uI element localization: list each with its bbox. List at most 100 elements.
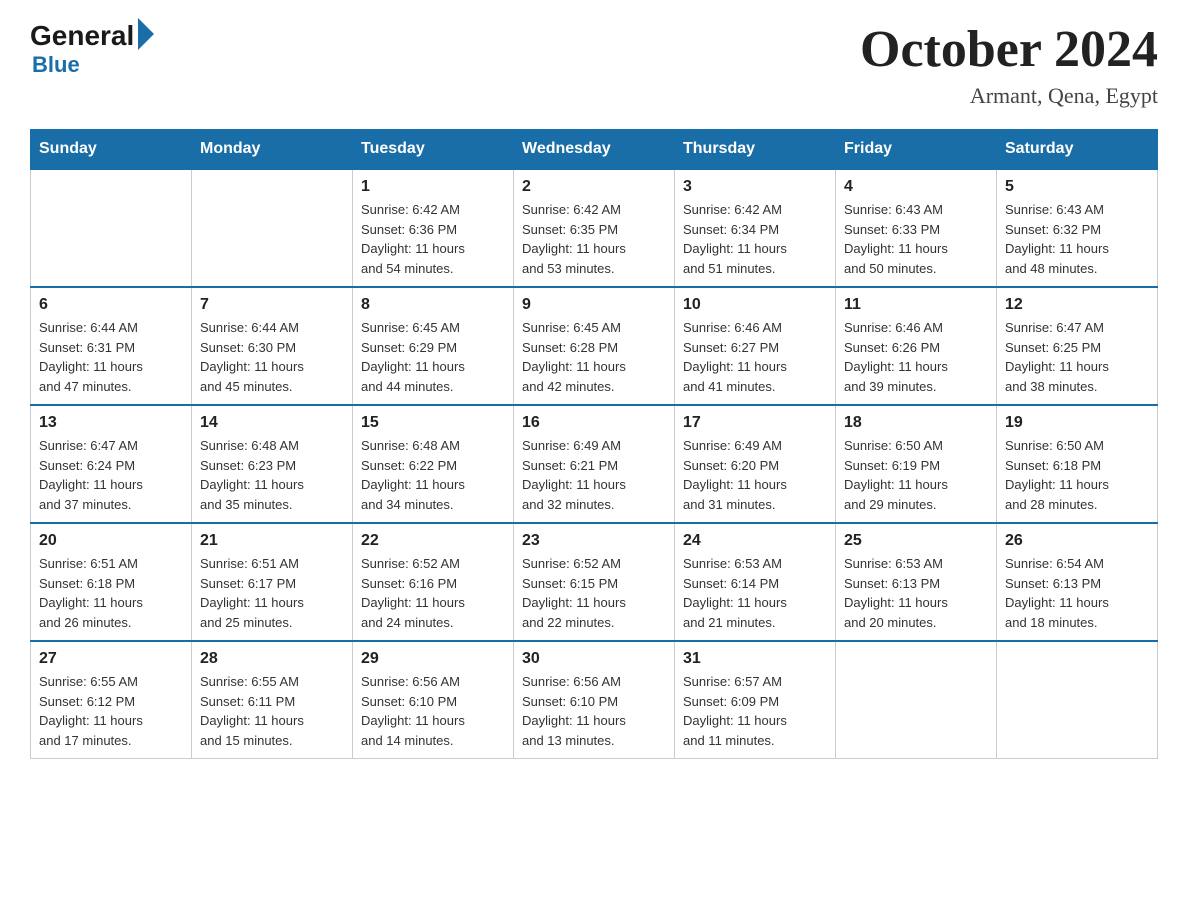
calendar-cell: 19 Sunrise: 6:50 AM Sunset: 6:18 PM Dayli…	[997, 405, 1158, 523]
calendar-cell: 14 Sunrise: 6:48 AM Sunset: 6:23 PM Dayli…	[192, 405, 353, 523]
calendar-cell: 10Sunrise: 6:46 AM Sunset: 6:27 PM Dayli…	[675, 287, 836, 405]
weekday-header-saturday: Saturday	[997, 130, 1158, 170]
day-number: 14	[200, 414, 344, 432]
day-number: 8	[361, 296, 505, 314]
day-number: 6	[39, 296, 183, 314]
title-section: October 2024 Armant, Qena, Egypt	[860, 20, 1158, 109]
logo-general-text: General	[30, 20, 134, 52]
day-number: 16	[522, 414, 666, 432]
calendar-week-row: 20 Sunrise: 6:51 AM Sunset: 6:18 PM Dayli…	[31, 523, 1158, 641]
calendar-cell: 17 Sunrise: 6:49 AM Sunset: 6:20 PM Dayli…	[675, 405, 836, 523]
day-number: 9	[522, 296, 666, 314]
calendar-cell: 4 Sunrise: 6:43 AM Sunset: 6:33 PM Daylig…	[836, 169, 997, 287]
calendar-cell: 3 Sunrise: 6:42 AM Sunset: 6:34 PM Daylig…	[675, 169, 836, 287]
calendar-cell: 13Sunrise: 6:47 AM Sunset: 6:24 PM Dayli…	[31, 405, 192, 523]
calendar-cell: 5Sunrise: 6:43 AM Sunset: 6:32 PM Daylig…	[997, 169, 1158, 287]
day-info: Sunrise: 6:55 AM Sunset: 6:11 PM Dayligh…	[200, 672, 344, 750]
day-info: Sunrise: 6:51 AM Sunset: 6:18 PM Dayligh…	[39, 554, 183, 632]
day-number: 31	[683, 650, 827, 668]
weekday-header-monday: Monday	[192, 130, 353, 170]
day-number: 21	[200, 532, 344, 550]
weekday-header-friday: Friday	[836, 130, 997, 170]
day-number: 15	[361, 414, 505, 432]
calendar-cell: 7Sunrise: 6:44 AM Sunset: 6:30 PM Daylig…	[192, 287, 353, 405]
day-info: Sunrise: 6:49 AM Sunset: 6:20 PM Dayligh…	[683, 436, 827, 514]
calendar-cell: 22Sunrise: 6:52 AM Sunset: 6:16 PM Dayli…	[353, 523, 514, 641]
day-info: Sunrise: 6:45 AM Sunset: 6:28 PM Dayligh…	[522, 318, 666, 396]
weekday-header-tuesday: Tuesday	[353, 130, 514, 170]
calendar-cell: 6 Sunrise: 6:44 AM Sunset: 6:31 PM Daylig…	[31, 287, 192, 405]
location-text: Armant, Qena, Egypt	[860, 83, 1158, 109]
day-info: Sunrise: 6:43 AM Sunset: 6:32 PM Dayligh…	[1005, 200, 1149, 278]
day-info: Sunrise: 6:48 AM Sunset: 6:23 PM Dayligh…	[200, 436, 344, 514]
day-info: Sunrise: 6:44 AM Sunset: 6:30 PM Dayligh…	[200, 318, 344, 396]
day-number: 2	[522, 178, 666, 196]
day-info: Sunrise: 6:50 AM Sunset: 6:18 PM Dayligh…	[1005, 436, 1149, 514]
day-number: 27	[39, 650, 183, 668]
day-info: Sunrise: 6:46 AM Sunset: 6:26 PM Dayligh…	[844, 318, 988, 396]
day-info: Sunrise: 6:42 AM Sunset: 6:34 PM Dayligh…	[683, 200, 827, 278]
day-info: Sunrise: 6:42 AM Sunset: 6:35 PM Dayligh…	[522, 200, 666, 278]
weekday-header-wednesday: Wednesday	[514, 130, 675, 170]
calendar-week-row: 13Sunrise: 6:47 AM Sunset: 6:24 PM Dayli…	[31, 405, 1158, 523]
day-info: Sunrise: 6:53 AM Sunset: 6:13 PM Dayligh…	[844, 554, 988, 632]
calendar-table: SundayMondayTuesdayWednesdayThursdayFrid…	[30, 129, 1158, 759]
calendar-cell: 16 Sunrise: 6:49 AM Sunset: 6:21 PM Dayli…	[514, 405, 675, 523]
weekday-header-sunday: Sunday	[31, 130, 192, 170]
calendar-cell: 29 Sunrise: 6:56 AM Sunset: 6:10 PM Dayli…	[353, 641, 514, 759]
calendar-cell: 25 Sunrise: 6:53 AM Sunset: 6:13 PM Dayli…	[836, 523, 997, 641]
calendar-cell: 12 Sunrise: 6:47 AM Sunset: 6:25 PM Dayli…	[997, 287, 1158, 405]
day-number: 3	[683, 178, 827, 196]
day-number: 23	[522, 532, 666, 550]
calendar-cell: 15 Sunrise: 6:48 AM Sunset: 6:22 PM Dayli…	[353, 405, 514, 523]
day-number: 18	[844, 414, 988, 432]
day-info: Sunrise: 6:57 AM Sunset: 6:09 PM Dayligh…	[683, 672, 827, 750]
calendar-cell: 2 Sunrise: 6:42 AM Sunset: 6:35 PM Daylig…	[514, 169, 675, 287]
logo: General Blue	[30, 20, 158, 78]
day-number: 11	[844, 296, 988, 314]
day-info: Sunrise: 6:43 AM Sunset: 6:33 PM Dayligh…	[844, 200, 988, 278]
day-info: Sunrise: 6:52 AM Sunset: 6:15 PM Dayligh…	[522, 554, 666, 632]
calendar-cell	[31, 169, 192, 287]
day-info: Sunrise: 6:49 AM Sunset: 6:21 PM Dayligh…	[522, 436, 666, 514]
day-info: Sunrise: 6:53 AM Sunset: 6:14 PM Dayligh…	[683, 554, 827, 632]
calendar-cell: 8 Sunrise: 6:45 AM Sunset: 6:29 PM Daylig…	[353, 287, 514, 405]
day-info: Sunrise: 6:45 AM Sunset: 6:29 PM Dayligh…	[361, 318, 505, 396]
calendar-cell: 18Sunrise: 6:50 AM Sunset: 6:19 PM Dayli…	[836, 405, 997, 523]
calendar-week-row: 27 Sunrise: 6:55 AM Sunset: 6:12 PM Dayli…	[31, 641, 1158, 759]
day-info: Sunrise: 6:47 AM Sunset: 6:25 PM Dayligh…	[1005, 318, 1149, 396]
day-number: 26	[1005, 532, 1149, 550]
day-info: Sunrise: 6:55 AM Sunset: 6:12 PM Dayligh…	[39, 672, 183, 750]
day-number: 24	[683, 532, 827, 550]
calendar-cell: 27 Sunrise: 6:55 AM Sunset: 6:12 PM Dayli…	[31, 641, 192, 759]
day-info: Sunrise: 6:44 AM Sunset: 6:31 PM Dayligh…	[39, 318, 183, 396]
calendar-week-row: 1Sunrise: 6:42 AM Sunset: 6:36 PM Daylig…	[31, 169, 1158, 287]
day-number: 12	[1005, 296, 1149, 314]
day-info: Sunrise: 6:52 AM Sunset: 6:16 PM Dayligh…	[361, 554, 505, 632]
calendar-cell: 20 Sunrise: 6:51 AM Sunset: 6:18 PM Dayli…	[31, 523, 192, 641]
day-number: 4	[844, 178, 988, 196]
day-number: 17	[683, 414, 827, 432]
calendar-cell: 30Sunrise: 6:56 AM Sunset: 6:10 PM Dayli…	[514, 641, 675, 759]
day-number: 30	[522, 650, 666, 668]
day-info: Sunrise: 6:54 AM Sunset: 6:13 PM Dayligh…	[1005, 554, 1149, 632]
calendar-cell	[836, 641, 997, 759]
day-number: 1	[361, 178, 505, 196]
page-header: General Blue October 2024 Armant, Qena, …	[30, 20, 1158, 109]
day-info: Sunrise: 6:46 AM Sunset: 6:27 PM Dayligh…	[683, 318, 827, 396]
calendar-cell: 21Sunrise: 6:51 AM Sunset: 6:17 PM Dayli…	[192, 523, 353, 641]
day-info: Sunrise: 6:48 AM Sunset: 6:22 PM Dayligh…	[361, 436, 505, 514]
calendar-cell	[997, 641, 1158, 759]
calendar-cell	[192, 169, 353, 287]
day-number: 20	[39, 532, 183, 550]
day-number: 29	[361, 650, 505, 668]
day-number: 25	[844, 532, 988, 550]
calendar-cell: 9 Sunrise: 6:45 AM Sunset: 6:28 PM Daylig…	[514, 287, 675, 405]
weekday-header-thursday: Thursday	[675, 130, 836, 170]
calendar-week-row: 6 Sunrise: 6:44 AM Sunset: 6:31 PM Daylig…	[31, 287, 1158, 405]
day-info: Sunrise: 6:56 AM Sunset: 6:10 PM Dayligh…	[361, 672, 505, 750]
logo-bottom-text: Blue	[32, 52, 80, 78]
day-number: 19	[1005, 414, 1149, 432]
calendar-cell: 23 Sunrise: 6:52 AM Sunset: 6:15 PM Dayli…	[514, 523, 675, 641]
calendar-cell: 24 Sunrise: 6:53 AM Sunset: 6:14 PM Dayli…	[675, 523, 836, 641]
